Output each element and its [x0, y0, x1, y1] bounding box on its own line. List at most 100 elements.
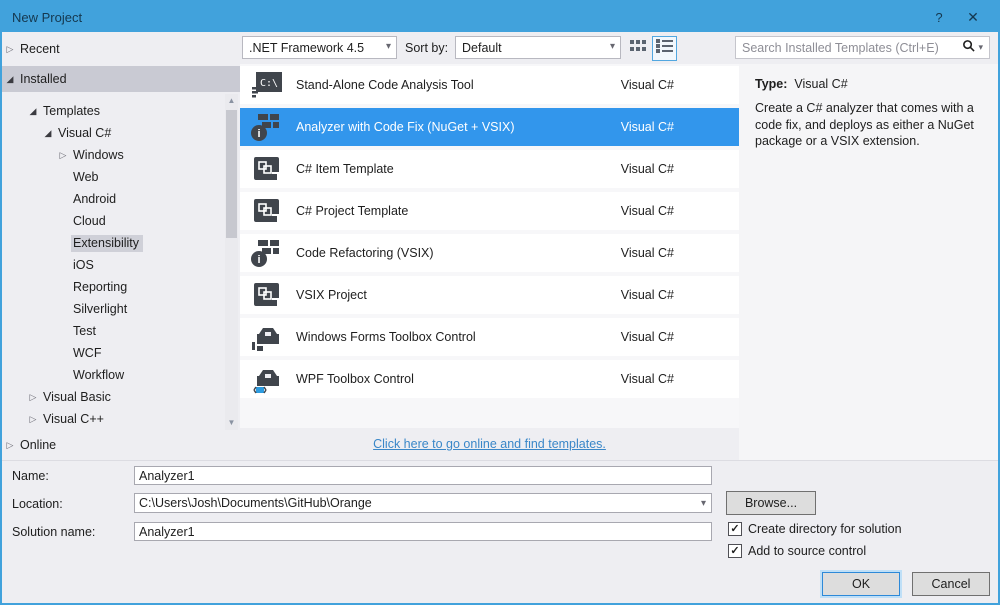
tree-item-label: Windows	[71, 147, 128, 164]
tree-item-installed[interactable]: Installed	[2, 66, 240, 92]
sort-select-value: Default	[462, 41, 502, 55]
help-icon[interactable]: ?	[922, 2, 956, 32]
chevron-expanded-icon[interactable]	[2, 74, 18, 85]
sort-by-label: Sort by:	[405, 41, 448, 55]
name-label: Name:	[12, 469, 49, 483]
tree-item[interactable]: Workflow	[2, 364, 224, 386]
tree-expander-icon[interactable]	[25, 392, 41, 403]
tree-item-label: Silverlight	[71, 301, 131, 318]
dialog-content: Recent Installed Templates Visual C#	[2, 32, 998, 460]
tree-item-label: iOS	[71, 257, 98, 274]
search-icon[interactable]	[962, 39, 975, 57]
svg-text:C:\: C:\	[260, 78, 278, 89]
tree-item[interactable]: Visual C++	[2, 408, 224, 430]
svg-text:i: i	[257, 128, 260, 140]
close-icon[interactable]: ✕	[956, 2, 990, 32]
template-item[interactable]: C:\ i	[240, 150, 739, 188]
browse-button[interactable]: Browse...	[726, 491, 816, 515]
search-placeholder: Search Installed Templates (Ctrl+E)	[742, 41, 962, 55]
toolbar: .NET Framework 4.5 ▾ Sort by: Default ▾	[240, 32, 998, 64]
chevron-down-icon[interactable]: ▾	[978, 42, 983, 53]
winforms-toolbox-icon	[250, 322, 284, 352]
grid-view-button[interactable]	[626, 36, 651, 61]
tree-item[interactable]: Templates	[2, 100, 224, 122]
tree-item[interactable]: iOS	[2, 254, 224, 276]
template-area: C:\ i	[240, 64, 998, 460]
scrollbar-thumb[interactable]	[226, 110, 237, 238]
cancel-button[interactable]: Cancel	[912, 572, 990, 596]
template-description: Create a C# analyzer that comes with a c…	[755, 100, 987, 150]
tree-item-label: Templates	[41, 103, 104, 120]
source-control-label: Add to source control	[748, 544, 866, 558]
template-item-category: Visual C#	[621, 162, 674, 176]
template-item[interactable]: C:\ i	[240, 276, 739, 314]
wpf-toolbox-icon	[250, 364, 284, 394]
create-directory-checkbox[interactable]: Create directory for solution	[728, 522, 902, 536]
template-item[interactable]: C:\ i	[240, 360, 739, 398]
template-item-icon-slot: C:\ i	[250, 112, 284, 142]
template-item-category: Visual C#	[621, 330, 674, 344]
template-info-panel: Type: Visual C# Create a C# analyzer tha…	[739, 64, 1000, 460]
tree-expander-icon[interactable]	[40, 128, 56, 139]
template-item-icon-slot: C:\ i	[250, 322, 284, 352]
name-input[interactable]	[134, 466, 712, 485]
list-view-button[interactable]	[652, 36, 677, 61]
solution-name-input[interactable]	[134, 522, 712, 541]
template-item[interactable]: C:\ i	[240, 318, 739, 356]
ok-button[interactable]: OK	[822, 572, 900, 596]
chevron-down-icon: ▾	[386, 41, 391, 52]
grid-view-icon	[630, 39, 647, 58]
tree-item[interactable]: Reporting	[2, 276, 224, 298]
tree-item-recent[interactable]: Recent	[2, 38, 240, 60]
tree-expander-icon[interactable]	[25, 106, 41, 117]
tree-item[interactable]: Silverlight	[2, 298, 224, 320]
tree-item-online[interactable]: Online	[2, 432, 240, 458]
tree-item[interactable]: Web	[2, 166, 224, 188]
scroll-down-icon[interactable]: ▼	[225, 416, 238, 430]
online-link-strip: Click here to go online and find templat…	[240, 428, 739, 460]
tree-item[interactable]: Android	[2, 188, 224, 210]
chevron-collapsed-icon[interactable]	[2, 440, 18, 451]
tree-item-label: Workflow	[71, 367, 128, 384]
location-label: Location:	[12, 497, 63, 511]
tree-item[interactable]: Cloud	[2, 210, 224, 232]
template-item-category: Visual C#	[621, 204, 674, 218]
template-item[interactable]: C:\ i	[240, 192, 739, 230]
tree-item[interactable]: Test	[2, 320, 224, 342]
template-item[interactable]: C:\ i	[240, 66, 739, 104]
chevron-collapsed-icon[interactable]	[2, 44, 18, 55]
sort-select[interactable]: Default ▾	[455, 36, 621, 59]
tree-expander-icon[interactable]	[25, 414, 41, 425]
location-combobox[interactable]: ▾	[134, 493, 712, 513]
tree-item-label: WCF	[71, 345, 105, 362]
checkbox-icon[interactable]	[728, 544, 742, 558]
location-input[interactable]	[135, 496, 701, 510]
template-item-icon-slot: C:\ i	[250, 70, 284, 100]
tree-item-label: Reporting	[71, 279, 131, 296]
solution-name-label: Solution name:	[12, 525, 95, 539]
titlebar[interactable]: New Project ? ✕	[2, 2, 998, 32]
tree-item[interactable]: Visual Basic	[2, 386, 224, 408]
main-column: .NET Framework 4.5 ▾ Sort by: Default ▾	[240, 32, 998, 460]
source-control-checkbox[interactable]: Add to source control	[728, 544, 866, 558]
go-online-link[interactable]: Click here to go online and find templat…	[373, 437, 606, 451]
search-input[interactable]: Search Installed Templates (Ctrl+E) ▾	[735, 36, 990, 59]
vsix-template-icon	[250, 280, 284, 310]
tree-expander-icon[interactable]	[55, 150, 71, 161]
tree-item[interactable]: Visual C#	[2, 122, 224, 144]
chevron-down-icon[interactable]: ▾	[701, 498, 711, 509]
template-item[interactable]: C:\ i	[240, 108, 739, 146]
template-item-category: Visual C#	[621, 120, 674, 134]
checkbox-icon[interactable]	[728, 522, 742, 536]
tree-item-label: Android	[71, 191, 120, 208]
tree-item[interactable]: Extensibility	[2, 232, 224, 254]
tree-item[interactable]: WCF	[2, 342, 224, 364]
template-item-category: Visual C#	[621, 246, 674, 260]
template-list: C:\ i	[240, 64, 739, 428]
template-item[interactable]: C:\ i	[240, 234, 739, 272]
tree-item[interactable]: Windows	[2, 144, 224, 166]
scroll-up-icon[interactable]: ▲	[225, 94, 238, 108]
framework-select[interactable]: .NET Framework 4.5 ▾	[242, 36, 397, 59]
tree-scrollbar[interactable]: ▲ ▼	[225, 94, 238, 430]
tree-item-label: Test	[71, 323, 100, 340]
